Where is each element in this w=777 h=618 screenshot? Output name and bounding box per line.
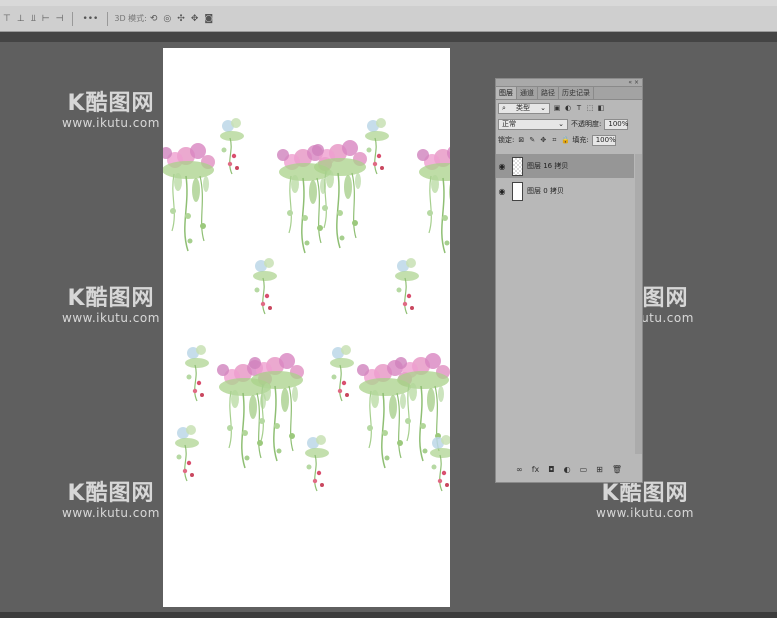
watermark: K酷图网 www.ikutu.com [62, 286, 160, 326]
tab-paths[interactable]: 路径 [538, 87, 559, 99]
shape-filter-icon[interactable]: ⬚ [586, 104, 594, 112]
lock-transparency-icon[interactable]: ⊠ [517, 136, 525, 144]
type-filter-icon[interactable]: T [575, 104, 583, 112]
panel-title-bar[interactable]: « × [496, 79, 642, 87]
fill-value: 100% [595, 135, 616, 144]
layer-name: 图层 16 拷贝 [527, 162, 569, 170]
visibility-eye-icon[interactable]: ◉ [496, 187, 508, 196]
adjustment-icon[interactable]: ◐ [564, 465, 571, 474]
more-options-button[interactable]: ••• [82, 14, 98, 24]
chevron-down-icon: ⌄ [558, 119, 564, 128]
chevron-down-icon: ⌄ [540, 103, 546, 112]
blend-mode-select[interactable]: 正常 ⌄ [498, 118, 568, 130]
opacity-value: 100% [608, 119, 629, 128]
blend-row: 正常 ⌄ 不透明度: 100% [496, 116, 642, 132]
fill-label: 填充: [572, 136, 589, 144]
tab-layers[interactable]: 图层 [496, 87, 517, 99]
scale-3d-icon[interactable]: ◙ [204, 14, 213, 24]
close-icon[interactable]: × [634, 79, 639, 86]
panel-tabs: 图层 通道 路径 历史记录 [496, 87, 642, 100]
filter-row: ⌕ 类型 ⌄ ▣ ◐ T ⬚ ◧ [496, 100, 642, 116]
lock-all-icon[interactable]: 🔒 [561, 136, 570, 144]
filter-type-select[interactable]: ⌕ 类型 ⌄ [498, 102, 550, 114]
divider [72, 11, 74, 26]
layer-thumbnail [512, 181, 523, 201]
status-bar [0, 612, 777, 618]
layer-name: 图层 0 拷贝 [527, 187, 564, 195]
fx-icon[interactable]: fx [532, 465, 540, 474]
lock-pixels-icon[interactable]: ✎ [528, 136, 536, 144]
watermark-url: www.ikutu.com [62, 506, 160, 520]
mode-3d-label: 3D 模式: [114, 14, 147, 23]
slide-3d-icon[interactable]: ✥ [191, 14, 199, 24]
search-icon: ⌕ [502, 103, 506, 112]
lock-artboard-icon[interactable]: ⌗ [550, 136, 558, 144]
link-icon[interactable]: ∞ [516, 465, 523, 474]
adjustment-filter-icon[interactable]: ◐ [564, 104, 572, 112]
trash-icon[interactable]: 🗑 [612, 465, 622, 474]
document-tab-bar [0, 32, 777, 42]
watermark-logo: K酷图网 [67, 91, 155, 116]
align-middle-icon[interactable]: ⊥ [17, 14, 25, 24]
watermark: K酷图网 www.ikutu.com [62, 481, 160, 521]
divider [107, 11, 109, 26]
fill-input[interactable]: 100% [591, 134, 616, 146]
roll-3d-icon[interactable]: ◎ [163, 14, 171, 24]
panel-scrollbar[interactable] [635, 154, 642, 454]
lock-row: 锁定: ⊠ ✎ ✥ ⌗ 🔒 填充: 100% [496, 132, 642, 148]
pan-3d-icon[interactable]: ✣ [177, 14, 185, 24]
visibility-eye-icon[interactable]: ◉ [496, 162, 508, 171]
align-left-icon[interactable]: ⊢ [42, 14, 50, 24]
lock-label: 锁定: [498, 136, 515, 144]
new-layer-icon[interactable]: ⊞ [596, 465, 603, 474]
layers-panel: « × 图层 通道 路径 历史记录 ⌕ 类型 ⌄ ▣ ◐ T ⬚ ◧ 正常 ⌄ … [495, 78, 643, 483]
folder-icon[interactable]: ▭ [580, 465, 588, 474]
watermark-logo: K酷图网 [67, 481, 155, 506]
watermark: K酷图网 www.ikutu.com [62, 91, 160, 131]
opacity-label: 不透明度: [571, 120, 602, 128]
watermark: K酷图网 www.ikutu.com [596, 481, 694, 521]
watermark-logo: K酷图网 [601, 481, 689, 506]
watermark-logo: K酷图网 [67, 286, 155, 311]
pixel-filter-icon[interactable]: ▣ [553, 104, 561, 112]
floral-artwork [163, 117, 450, 492]
blend-mode-value: 正常 [502, 119, 516, 128]
opacity-input[interactable]: 100% [604, 118, 629, 130]
tab-history[interactable]: 历史记录 [559, 87, 594, 99]
collapse-icon[interactable]: « [628, 79, 632, 86]
align-top-icon[interactable]: ⊤ [3, 14, 11, 24]
layer-row[interactable]: ◉ 图层 0 拷贝 [496, 179, 634, 203]
watermark-url: www.ikutu.com [596, 506, 694, 520]
layer-row[interactable]: ◉ 图层 16 拷贝 [496, 154, 634, 178]
mask-icon[interactable]: ◘ [548, 465, 554, 474]
watermark-url: www.ikutu.com [62, 311, 160, 325]
watermark-url: www.ikutu.com [62, 116, 160, 130]
layer-thumbnail [512, 156, 523, 176]
filter-type-label: 类型 [516, 103, 531, 112]
panel-footer: ∞ fx ◘ ◐ ▭ ⊞ 🗑 [496, 462, 642, 476]
align-center-icon[interactable]: ⊣ [56, 14, 64, 24]
lock-position-icon[interactable]: ✥ [539, 136, 547, 144]
align-bottom-icon[interactable]: ⫫ [31, 14, 36, 24]
document-canvas[interactable] [163, 48, 450, 607]
options-bar: ⊤ ⊥ ⫫ ⊢ ⊣ ••• 3D 模式: ⟲ ◎ ✣ ✥ ◙ [0, 6, 777, 32]
orbit-3d-icon[interactable]: ⟲ [150, 14, 158, 24]
smart-object-filter-icon[interactable]: ◧ [597, 104, 605, 112]
tab-channels[interactable]: 通道 [517, 87, 538, 99]
